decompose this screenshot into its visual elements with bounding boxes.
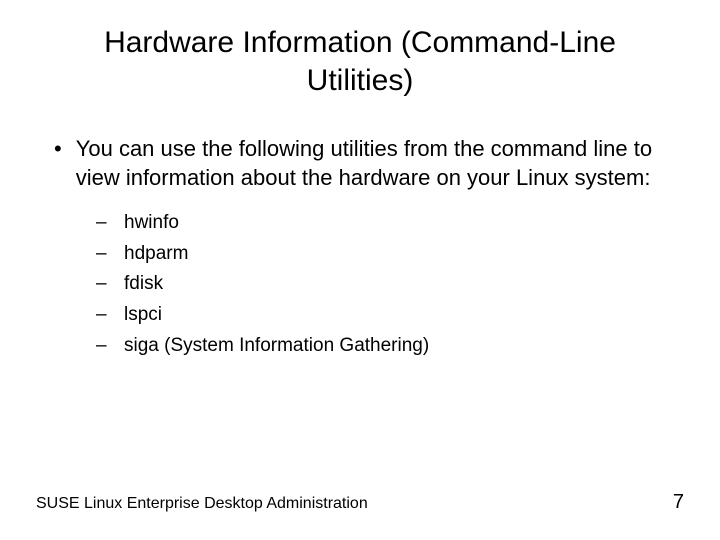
utility-name: fdisk [124,271,163,298]
slide-title: Hardware Information (Command-Line Utili… [36,24,684,99]
utility-name: lspci [124,302,162,329]
bullet-marker: • [54,135,62,164]
bullet-item: • You can use the following utilities fr… [54,135,684,192]
page-number: 7 [673,491,684,514]
dash-marker: – [96,271,110,298]
dash-marker: – [96,241,110,268]
sub-list: – hwinfo – hdparm – fdisk – lspci – siga… [54,210,684,359]
dash-marker: – [96,333,110,360]
list-item: – siga (System Information Gathering) [96,333,684,360]
utility-name: hwinfo [124,210,179,237]
dash-marker: – [96,210,110,237]
list-item: – lspci [96,302,684,329]
list-item: – hwinfo [96,210,684,237]
list-item: – fdisk [96,271,684,298]
slide-body: • You can use the following utilities fr… [36,135,684,359]
bullet-text: You can use the following utilities from… [76,135,684,192]
list-item: – hdparm [96,241,684,268]
utility-name: siga (System Information Gathering) [124,333,429,360]
footer-title: SUSE Linux Enterprise Desktop Administra… [36,495,368,513]
slide-footer: SUSE Linux Enterprise Desktop Administra… [36,491,684,514]
dash-marker: – [96,302,110,329]
utility-name: hdparm [124,241,188,268]
